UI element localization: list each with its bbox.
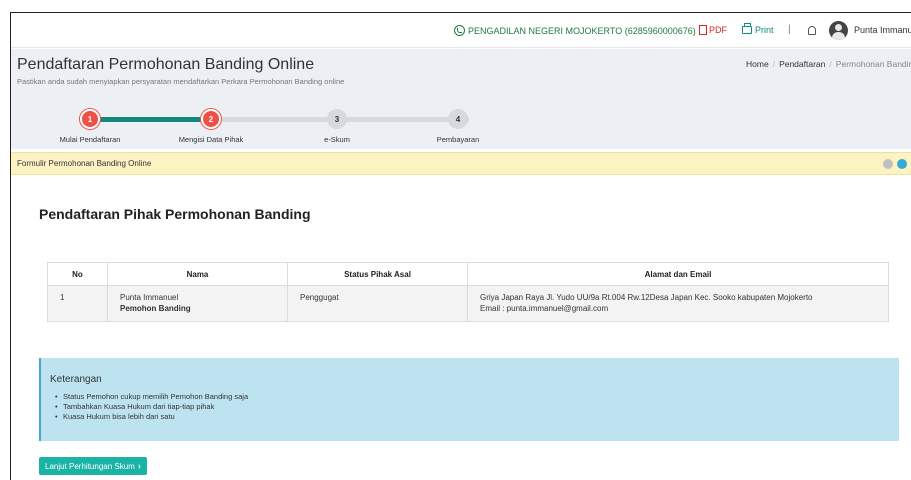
step-1-circle: 1 bbox=[80, 109, 100, 129]
column-header-alamat: Alamat dan Email bbox=[467, 262, 889, 286]
breadcrumb-current: Permohonan Banding bbox=[835, 59, 911, 69]
column-header-nama: Nama bbox=[107, 262, 288, 286]
user-avatar[interactable] bbox=[829, 21, 848, 40]
next-skum-button[interactable]: Lanjut Perhitungan Skum › bbox=[39, 457, 147, 475]
section-title: Pendaftaran Pihak Permohonan Banding bbox=[39, 206, 311, 222]
form-panel-title: Formulir Permohonan Banding Online bbox=[17, 159, 152, 168]
pdf-button[interactable]: PDF bbox=[699, 25, 727, 35]
table-row: 1 Punta Immanuel Pemohon Banding Penggug… bbox=[47, 285, 889, 322]
keterangan-title: Keterangan bbox=[50, 374, 102, 385]
step-3-circle: 3 bbox=[327, 109, 347, 129]
cell-no: 1 bbox=[47, 285, 108, 322]
step-2-label: Mengisi Data Pihak bbox=[178, 135, 244, 144]
panel-collapse-icon[interactable] bbox=[883, 159, 893, 169]
breadcrumb-separator: / bbox=[829, 59, 832, 69]
whatsapp-icon bbox=[454, 25, 465, 36]
print-label: Print bbox=[755, 25, 774, 35]
court-contact-label: PENGADILAN NEGERI MOJOKERTO (62859600006… bbox=[468, 25, 696, 36]
column-header-no: No bbox=[47, 262, 108, 286]
cell-address: Griya Japan Raya Jl. Yudo UU/9a Rt.004 R… bbox=[467, 285, 889, 322]
party-role: Pemohon Banding bbox=[120, 304, 191, 313]
list-item: Tambahkan Kuasa Hukum dari tiap-tiap pih… bbox=[55, 402, 248, 412]
step-4-label: Pembayaran bbox=[436, 135, 480, 144]
column-header-status: Status Pihak Asal bbox=[287, 262, 468, 286]
breadcrumb-home[interactable]: Home bbox=[746, 59, 769, 69]
top-bar: PENGADILAN NEGERI MOJOKERTO (62859600006… bbox=[11, 13, 911, 48]
pdf-label: PDF bbox=[709, 25, 727, 35]
table-header-row: No Nama Status Pihak Asal Alamat dan Ema… bbox=[47, 262, 889, 286]
list-item: Status Pemohon cukup memilih Pemohon Ban… bbox=[55, 392, 248, 402]
page-title: Pendaftaran Permohonan Banding Online bbox=[17, 56, 315, 73]
parties-table: No Nama Status Pihak Asal Alamat dan Ema… bbox=[47, 262, 889, 322]
page-header: Pendaftaran Permohonan Banding Online Pa… bbox=[11, 49, 911, 149]
print-icon bbox=[742, 23, 752, 34]
step-1-label: Mulai Pendaftaran bbox=[59, 135, 121, 144]
print-button[interactable]: Print bbox=[742, 23, 774, 35]
pdf-icon bbox=[699, 25, 707, 35]
topbar-separator: | bbox=[788, 24, 791, 35]
step-3-label: e-Skum bbox=[324, 135, 350, 144]
breadcrumb-separator: / bbox=[772, 59, 776, 69]
page-frame: PENGADILAN NEGERI MOJOKERTO (62859600006… bbox=[10, 12, 911, 480]
cell-name: Punta Immanuel Pemohon Banding bbox=[107, 285, 288, 322]
breadcrumb-pendaftaran[interactable]: Pendaftaran bbox=[779, 59, 825, 69]
list-item: Kuasa Hukum bisa lebih dari satu bbox=[55, 412, 248, 422]
notification-bell-icon[interactable] bbox=[808, 26, 816, 35]
user-name[interactable]: Punta Immanuel bbox=[854, 25, 911, 35]
next-skum-label: Lanjut Perhitungan Skum bbox=[45, 461, 135, 471]
form-panel-heading: Formulir Permohonan Banding Online bbox=[11, 152, 911, 175]
cell-status: Penggugat bbox=[287, 285, 468, 322]
page-subtitle: Pastikan anda sudah menyiapkan persyarat… bbox=[17, 77, 345, 86]
step-4-circle: 4 bbox=[448, 109, 468, 129]
breadcrumb: Home / Pendaftaran / Permohonan Banding bbox=[746, 59, 911, 69]
court-contact-link[interactable]: PENGADILAN NEGERI MOJOKERTO (62859600006… bbox=[454, 25, 696, 36]
chevron-right-icon: › bbox=[137, 461, 141, 471]
keterangan-box: Keterangan Status Pemohon cukup memilih … bbox=[39, 358, 899, 441]
party-address: Griya Japan Raya Jl. Yudo UU/9a Rt.004 R… bbox=[480, 293, 813, 302]
progress-steps: 1 Mulai Pendaftaran 2 Mengisi Data Pihak… bbox=[11, 103, 531, 147]
keterangan-list: Status Pemohon cukup memilih Pemohon Ban… bbox=[55, 392, 248, 422]
panel-refresh-icon[interactable] bbox=[897, 159, 907, 169]
party-name: Punta Immanuel bbox=[120, 293, 179, 302]
party-email: Email : punta.immanuel@gmail.com bbox=[480, 304, 609, 313]
step-2-circle: 2 bbox=[201, 109, 221, 129]
